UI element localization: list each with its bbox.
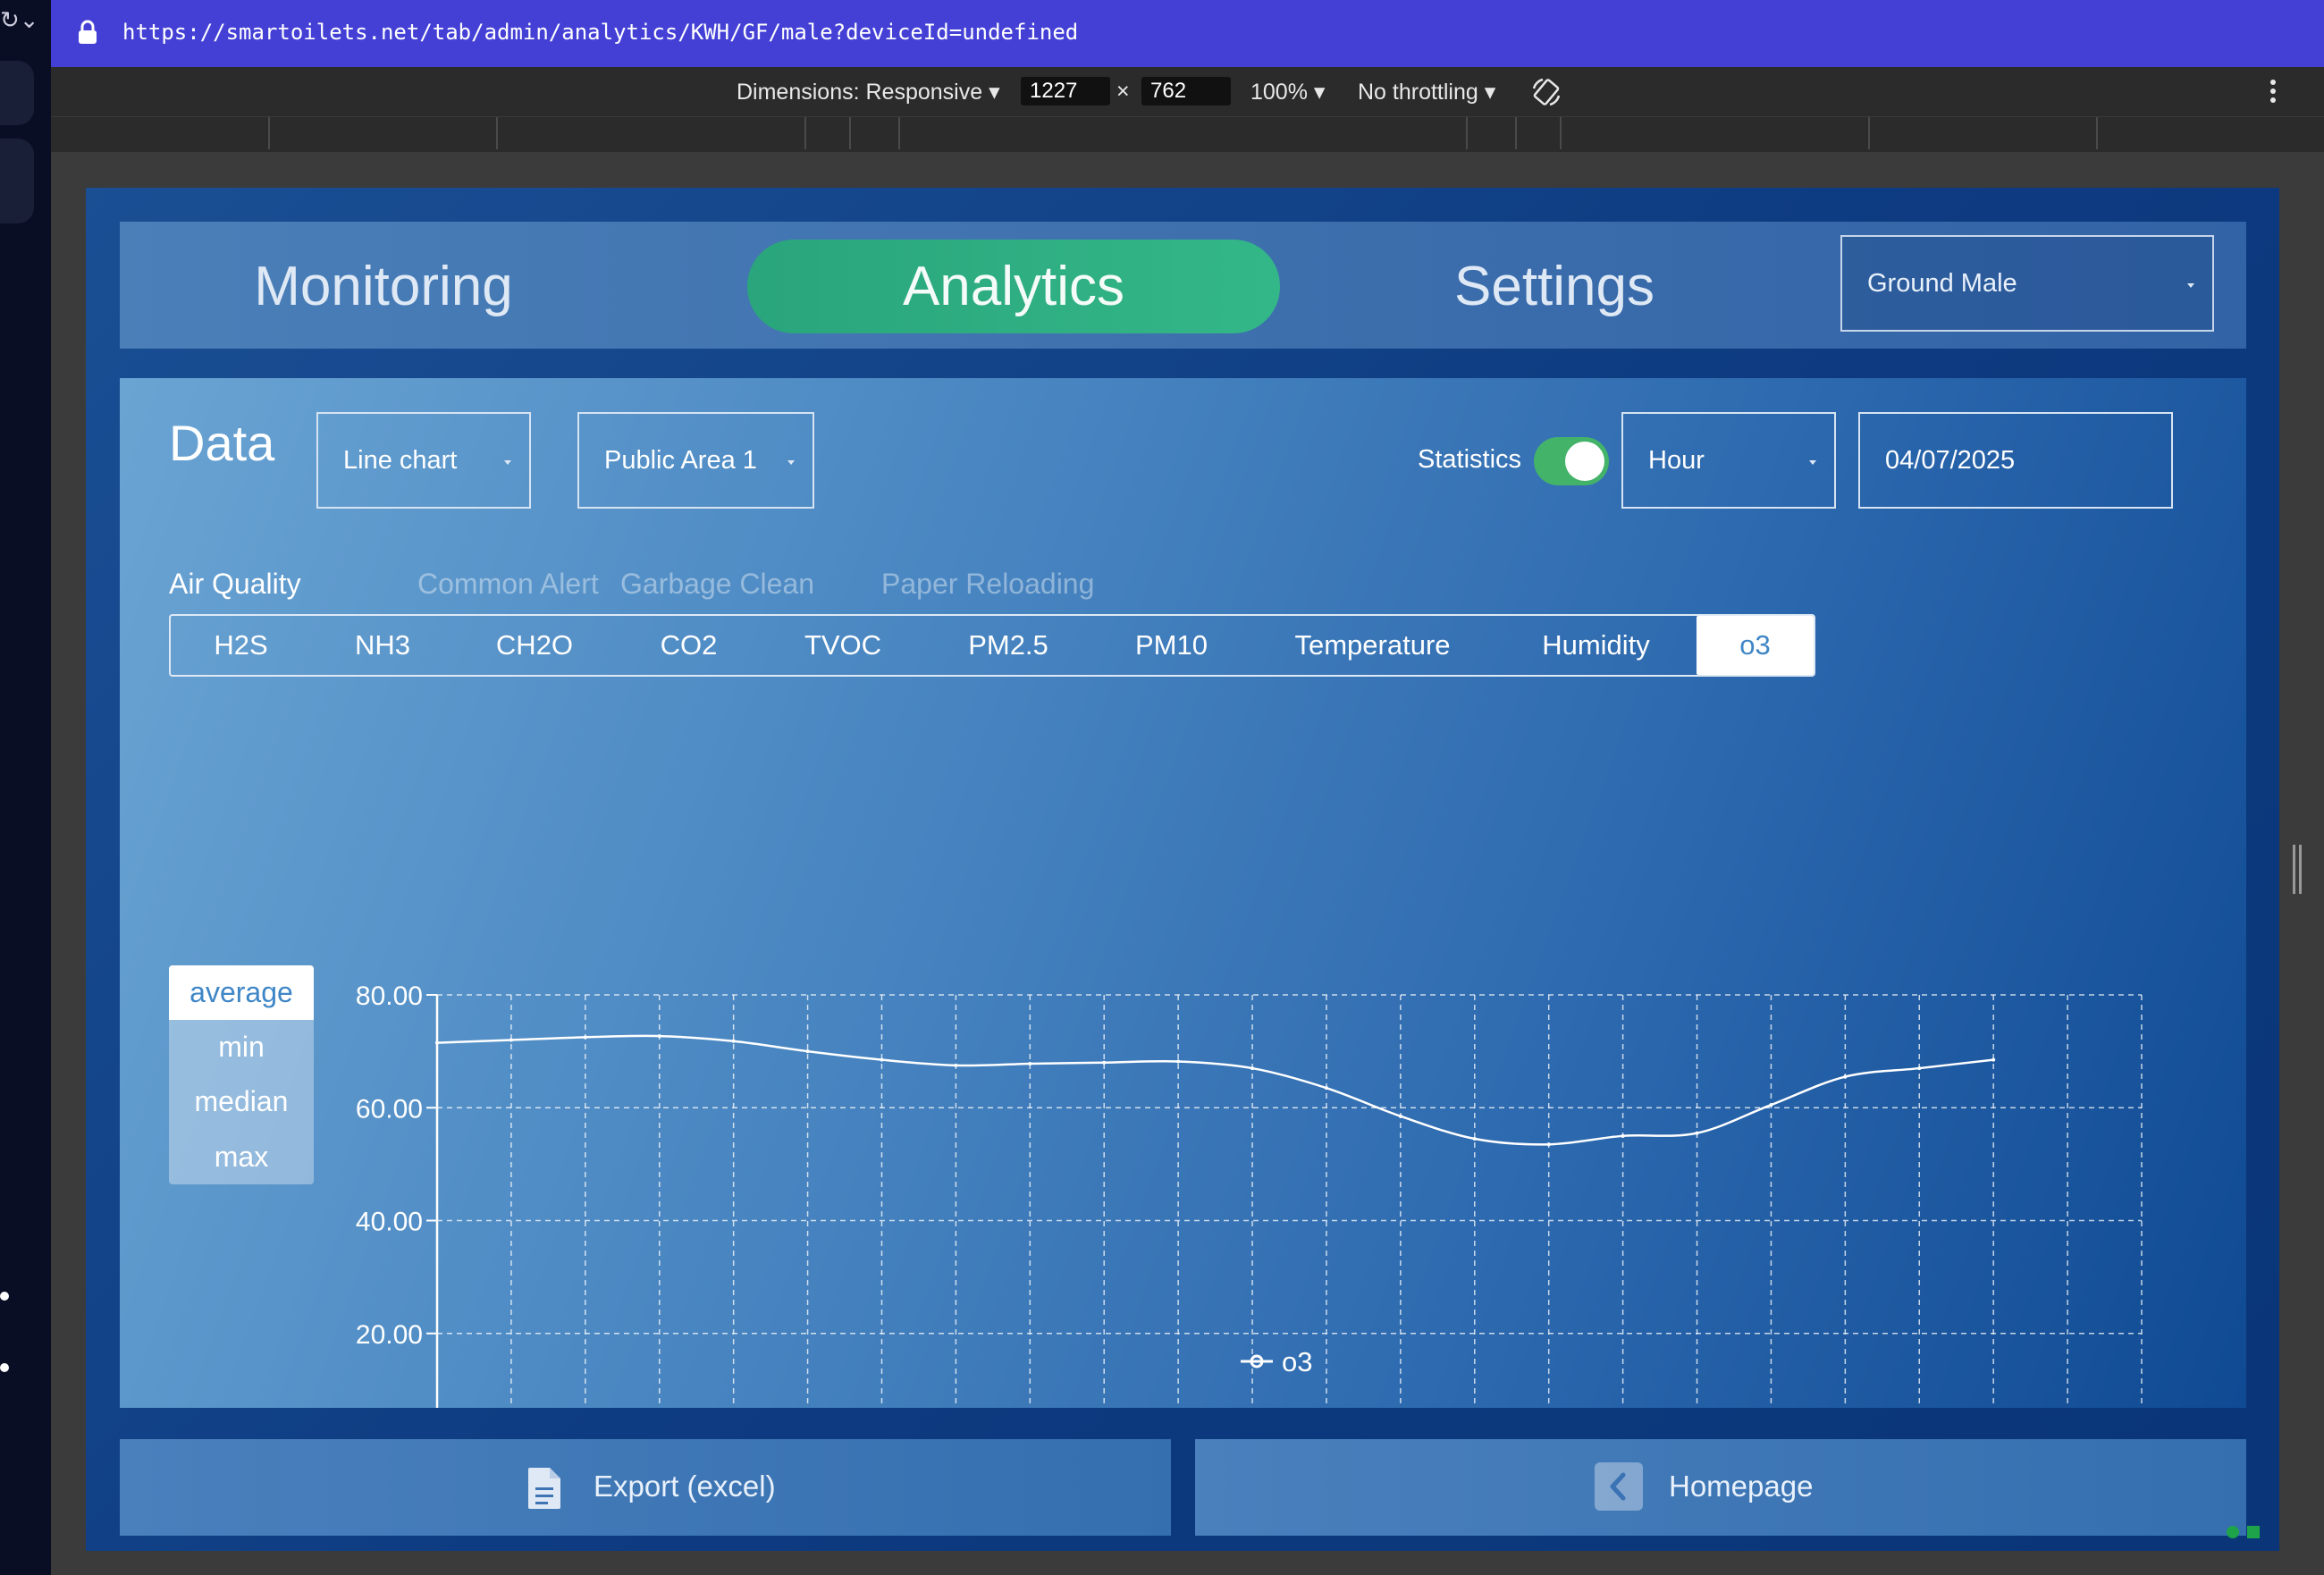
homepage-button[interactable]: Homepage	[1195, 1439, 2246, 1536]
refresh-menu-icon[interactable]: ↻⌄	[0, 7, 39, 34]
dimensions-label: Dimensions: Responsive	[737, 80, 983, 105]
data-point	[509, 1038, 513, 1042]
ruler-tick	[1515, 117, 1517, 149]
y-tick-label: 60.00	[356, 1094, 423, 1124]
data-point	[880, 1057, 884, 1062]
export-button[interactable]: Export (excel)	[120, 1439, 1171, 1536]
more-icon[interactable]	[2268, 78, 2278, 105]
data-point	[1398, 1114, 1402, 1118]
url-bar[interactable]: https://smartoilets.net/tab/admin/analyt…	[51, 0, 2324, 67]
os-side-strip: ↻⌄	[0, 0, 51, 1575]
dimensions-select[interactable]: Dimensions: Responsive ▾	[737, 79, 1000, 105]
data-point	[1176, 1059, 1181, 1064]
ruler-tick	[1560, 117, 1562, 149]
back-chevron-icon	[1595, 1462, 1643, 1511]
height-input[interactable]: 762	[1141, 77, 1231, 105]
status-indicator	[2247, 1526, 2260, 1538]
throttling-select[interactable]: No throttling ▾	[1358, 79, 1495, 105]
media-query-ruler[interactable]	[51, 116, 2324, 154]
series-line-o3	[436, 1034, 1994, 1146]
lock-icon	[79, 20, 97, 44]
ruler-tick	[849, 117, 851, 149]
ruler-tick	[1466, 117, 1468, 149]
tab-analytics[interactable]: Analytics	[747, 240, 1280, 333]
data-point	[1621, 1133, 1625, 1138]
zoom-select[interactable]: 100% ▾	[1250, 79, 1325, 105]
data-point	[1028, 1062, 1032, 1066]
data-point	[1546, 1142, 1551, 1147]
dimension-times: ×	[1116, 79, 1130, 104]
y-tick-label: 20.00	[356, 1320, 423, 1350]
width-input[interactable]: 1227	[1021, 77, 1110, 105]
data-point	[1250, 1066, 1255, 1071]
data-point	[805, 1049, 810, 1054]
os-dot	[0, 1292, 9, 1301]
data-point	[1991, 1057, 1996, 1062]
data-point	[1695, 1131, 1699, 1135]
os-dock-item[interactable]	[0, 139, 34, 223]
url-text[interactable]: https://smartoilets.net/tab/admin/analyt…	[122, 20, 1078, 45]
line-chart: 0.0020.0040.0060.0080.000001020304050607…	[356, 981, 2143, 1408]
y-tick-label: 80.00	[356, 981, 423, 1011]
data-point	[1472, 1136, 1477, 1141]
rotate-icon[interactable]	[1530, 76, 1562, 108]
data-point	[1102, 1060, 1107, 1065]
chevron-down-icon	[2187, 283, 2194, 288]
tab-settings[interactable]: Settings	[1407, 240, 1702, 333]
data-point	[1324, 1086, 1328, 1091]
ruler-tick	[268, 117, 270, 149]
ruler-tick	[898, 117, 900, 149]
data-point	[1843, 1074, 1848, 1079]
os-dock-item[interactable]	[0, 61, 34, 125]
zoom-label: 100%	[1250, 80, 1308, 105]
data-point	[435, 1040, 439, 1045]
ruler-tick	[1868, 117, 1870, 149]
document-icon	[528, 1468, 560, 1509]
data-point	[954, 1063, 958, 1067]
legend-label: o3	[1282, 1346, 1312, 1377]
status-indicator	[2227, 1526, 2239, 1538]
ruler-tick	[2096, 117, 2098, 149]
y-tick-label: 40.00	[356, 1208, 423, 1237]
tab-monitoring[interactable]: Monitoring	[236, 240, 531, 333]
data-point	[1917, 1066, 1922, 1071]
location-select[interactable]: Ground Male	[1840, 235, 2214, 332]
location-select-value: Ground Male	[1867, 269, 2017, 298]
ruler-tick	[804, 117, 806, 149]
ruler-tick	[496, 117, 498, 149]
throttling-label: No throttling	[1358, 80, 1478, 105]
data-point	[731, 1039, 736, 1043]
resize-handle[interactable]	[2293, 845, 2302, 894]
app-viewport: Monitoring Analytics Settings Ground Mal…	[86, 188, 2279, 1551]
os-dot	[0, 1363, 9, 1372]
data-panel: Data Line chart Public Area 1 Statistics…	[120, 378, 2246, 1408]
data-point	[657, 1034, 661, 1039]
data-point	[583, 1035, 587, 1040]
data-point	[1769, 1103, 1773, 1108]
devtools-toolbar: Dimensions: Responsive ▾ 1227 × 762 100%…	[51, 67, 2324, 116]
export-label: Export (excel)	[594, 1470, 776, 1503]
top-navigation: Monitoring Analytics Settings Ground Mal…	[120, 222, 2246, 349]
homepage-label: Homepage	[1669, 1470, 1814, 1503]
